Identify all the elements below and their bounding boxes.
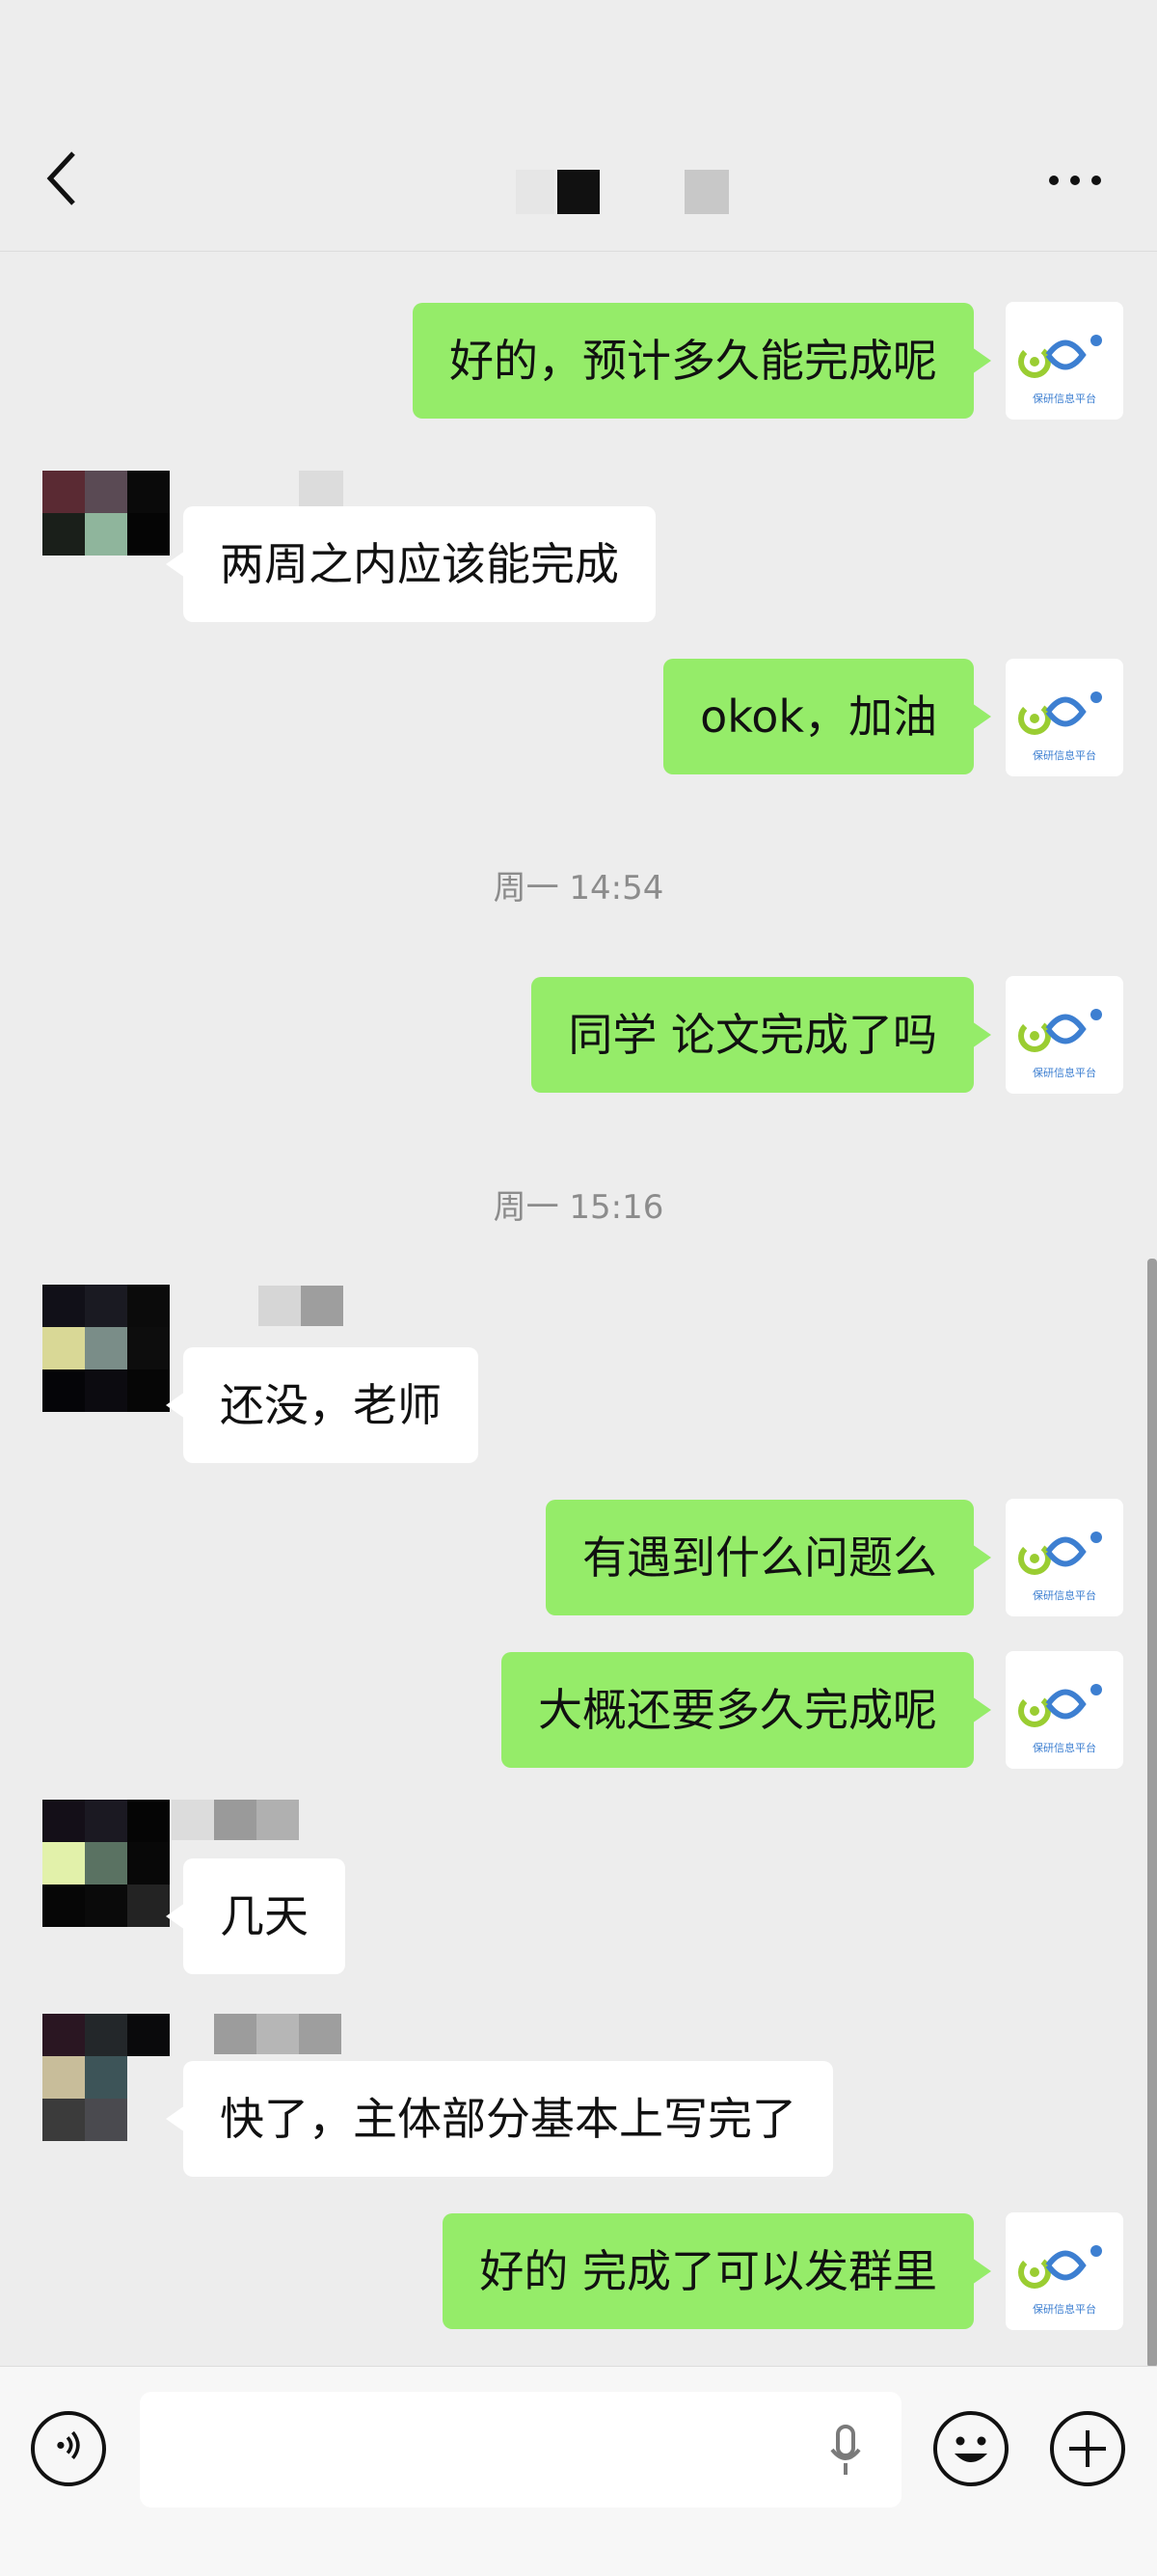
message-bubble-received[interactable]: 快了，主体部分基本上写完了 [166,2061,833,2177]
avatar-me[interactable]: 保研信息平台 [1006,1499,1123,1616]
message-bubble-sent[interactable]: 好的，预计多久能完成呢 [413,303,991,419]
message-input[interactable] [140,2392,901,2508]
message-bubble-received[interactable]: 还没，老师 [166,1347,478,1463]
message-bubble-received[interactable]: 两周之内应该能完成 [166,506,656,622]
avatar-caption: 保研信息平台 [1033,393,1096,405]
avatar-contact[interactable] [42,1800,170,1927]
message-bubble-sent[interactable]: 大概还要多久完成呢 [501,1652,991,1768]
chat-title-obscured [0,170,1157,214]
timestamp: 周一 14:54 [493,869,664,908]
plus-icon[interactable] [1050,2411,1125,2486]
avatar-contact[interactable] [42,1285,170,1412]
contact-name-obscured [172,1800,299,1840]
avatar-me[interactable]: 保研信息平台 [1006,1651,1123,1769]
avatar-contact[interactable] [42,2014,170,2141]
message-bubble-sent[interactable]: 好的 完成了可以发群里 [443,2213,991,2329]
input-bar [0,2366,1157,2576]
avatar-me[interactable]: 保研信息平台 [1006,659,1123,776]
avatar-me[interactable]: 保研信息平台 [1006,302,1123,420]
contact-name-obscured [299,471,343,511]
emoji-icon[interactable] [933,2411,1009,2486]
message-bubble-sent[interactable]: 有遇到什么问题么 [546,1500,991,1615]
avatar-caption: 保研信息平台 [1033,2303,1096,2316]
avatar-caption: 保研信息平台 [1033,1589,1096,1602]
scrollbar[interactable] [1147,1259,1157,2368]
microphone-icon[interactable] [826,2423,865,2481]
avatar-me[interactable]: 保研信息平台 [1006,976,1123,1094]
avatar-caption: 保研信息平台 [1033,1067,1096,1079]
avatar-caption: 保研信息平台 [1033,1742,1096,1754]
avatar-caption: 保研信息平台 [1033,749,1096,762]
avatar-contact[interactable] [42,471,170,598]
voice-toggle-icon[interactable] [31,2411,106,2486]
message-bubble-sent[interactable]: 同学 论文完成了吗 [531,977,991,1093]
avatar-me[interactable]: 保研信息平台 [1006,2212,1123,2330]
message-bubble-received[interactable]: 几天 [166,1858,345,1974]
chat-header [0,0,1157,252]
timestamp: 周一 15:16 [493,1188,664,1227]
contact-name-obscured [214,2014,341,2054]
contact-name-obscured [258,1286,343,1326]
message-bubble-sent[interactable]: okok，加油 [663,659,991,774]
more-dots-icon[interactable] [1049,176,1101,185]
